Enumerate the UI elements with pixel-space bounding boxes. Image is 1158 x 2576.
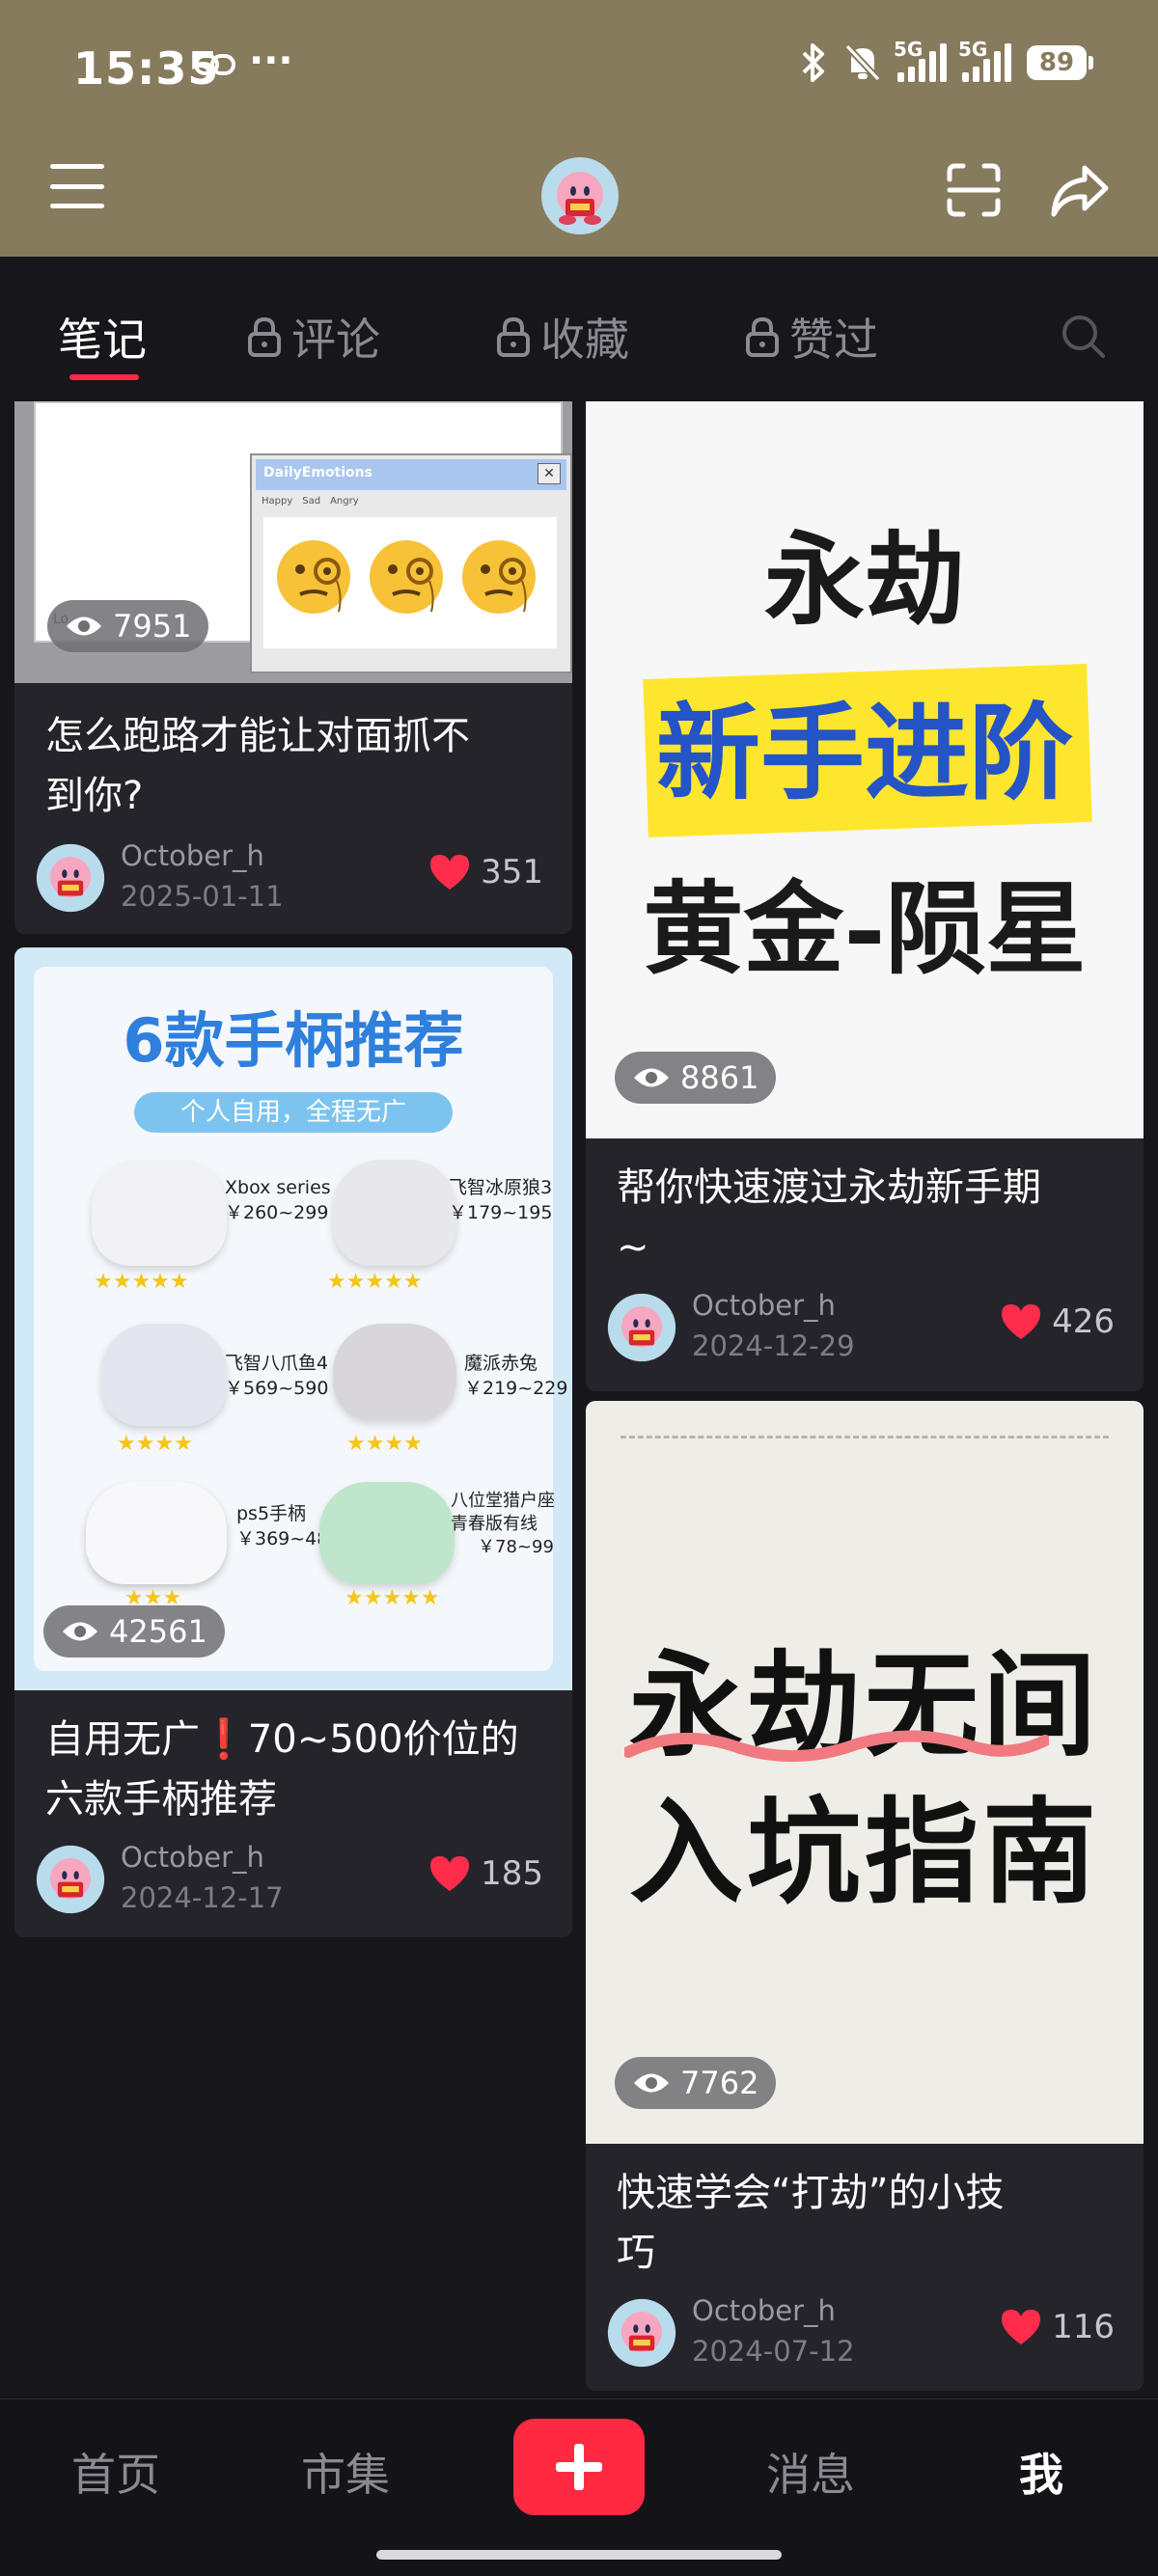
status-bar: 15:35 ··· 5G 5G 89	[0, 0, 1158, 135]
gamepad-image	[319, 1482, 455, 1584]
post-card[interactable]: DailyEmotions ✕ Happy Sad Angry Lo 7951	[14, 401, 572, 934]
link-icon	[194, 54, 235, 75]
like-count[interactable]: 185	[428, 1854, 543, 1893]
view-count: 7951	[47, 600, 209, 652]
view-count: 8861	[615, 1052, 777, 1104]
post-title: 怎么跑路才能让对面抓不 到你?	[45, 714, 470, 818]
post-card[interactable]: 6款手柄推荐 个人自用，全程无广 Xbox series ￥260~299 ★★★…	[14, 947, 572, 1937]
author-avatar[interactable]	[607, 1293, 676, 1362]
heart-icon	[1002, 1304, 1041, 1339]
heart-icon	[430, 1856, 470, 1891]
rating-stars: ★★★★★	[94, 1270, 189, 1294]
rating-stars: ★★★★★	[327, 1270, 423, 1294]
create-post-button[interactable]	[513, 2419, 645, 2515]
like-count[interactable]: 351	[428, 853, 543, 891]
heart-icon	[1002, 2310, 1041, 2344]
lock-icon	[746, 316, 779, 357]
battery-indicator: 89	[1027, 45, 1093, 80]
mute-bell-icon	[844, 43, 881, 82]
tab-comments[interactable]: 评论	[247, 305, 380, 369]
heart-icon	[430, 855, 470, 890]
author-name[interactable]: October_h	[121, 839, 264, 872]
rating-stars: ★★★★	[346, 1432, 423, 1456]
rating-stars: ★★★★	[117, 1432, 193, 1456]
tab-liked[interactable]: 赞过	[745, 305, 878, 369]
post-date: 2024-07-12	[692, 2335, 855, 2368]
post-thumbnail: 6款手柄推荐 个人自用，全程无广 Xbox series ￥260~299 ★★★…	[14, 947, 572, 1690]
share-icon[interactable]	[1050, 162, 1110, 218]
active-tab-indicator	[69, 374, 139, 380]
thumb-heading: 6款手柄推荐	[123, 1005, 464, 1076]
post-title: 快速学会“打劫”的小技 巧	[617, 2171, 1005, 2275]
gamepad-image	[86, 1482, 227, 1584]
post-card[interactable]: 永劫无间 入坑指南 7762 快速学会“打劫”的小技 巧 October_h 2…	[586, 1401, 1144, 2391]
gamepad-image	[92, 1160, 227, 1266]
post-thumbnail: 永劫无间 入坑指南 7762	[586, 1401, 1144, 2144]
author-avatar[interactable]	[607, 2298, 676, 2368]
search-icon[interactable]	[1060, 313, 1106, 359]
signal-1-icon: 5G	[894, 38, 947, 82]
top-header	[0, 135, 1158, 257]
thumb-subtitle: 个人自用，全程无广	[134, 1092, 453, 1133]
close-icon: ✕	[538, 463, 561, 484]
hamburger-icon[interactable]	[50, 164, 104, 208]
status-more-dots: ···	[249, 39, 293, 83]
post-date: 2024-12-17	[121, 1881, 284, 1914]
author-name[interactable]: October_h	[692, 2294, 836, 2327]
profile-screen: 15:35 ··· 5G 5G 89 笔记 评论 收藏 赞过 DailyEmot…	[0, 0, 1158, 2576]
eye-icon	[634, 2073, 669, 2093]
user-avatar[interactable]	[540, 156, 620, 235]
post-thumbnail: DailyEmotions ✕ Happy Sad Angry Lo 7951	[14, 401, 572, 683]
gamepad-image	[333, 1324, 456, 1420]
dialog-menu: Happy Sad Angry	[262, 496, 359, 507]
home-indicator[interactable]	[376, 2550, 782, 2560]
monocle-emoji-icon	[462, 540, 536, 614]
tab-notes[interactable]: 笔记	[58, 305, 147, 380]
nav-messages[interactable]: 消息	[766, 2440, 855, 2504]
thumb-text: 入坑指南	[628, 1786, 1100, 1919]
lock-icon	[497, 316, 530, 357]
view-count: 7762	[615, 2057, 777, 2109]
bottom-nav: 首页 市集 消息 我	[0, 2398, 1158, 2576]
monocle-emoji-icon	[370, 540, 443, 614]
post-date: 2024-12-29	[692, 1329, 855, 1362]
author-name[interactable]: October_h	[692, 1289, 836, 1322]
status-icons: 5G 5G 89	[799, 38, 1093, 83]
scan-icon[interactable]	[946, 162, 1002, 218]
author-avatar[interactable]	[36, 1845, 105, 1914]
eye-icon	[634, 1068, 669, 1087]
view-count: 42561	[43, 1605, 225, 1658]
nav-market[interactable]: 市集	[301, 2440, 390, 2504]
gamepad-image	[333, 1160, 456, 1266]
nav-home[interactable]: 首页	[71, 2440, 160, 2504]
post-thumbnail: 永劫 新手进阶 黄金-陨星 8861	[586, 401, 1144, 1138]
eye-icon	[67, 617, 101, 636]
nav-me[interactable]: 我	[1019, 2440, 1063, 2504]
rating-stars: ★★★★★	[345, 1586, 440, 1610]
post-date: 2025-01-11	[121, 880, 284, 913]
thumb-text: 永劫	[763, 520, 965, 639]
like-count[interactable]: 116	[1000, 2308, 1115, 2346]
gamepad-image	[101, 1324, 227, 1426]
plus-icon	[556, 2444, 602, 2490]
author-name[interactable]: October_h	[121, 1841, 264, 1874]
signal-2-icon: 5G	[958, 38, 1011, 82]
dialog-title: DailyEmotions	[263, 465, 372, 480]
eye-icon	[63, 1622, 97, 1641]
dialog-window: DailyEmotions ✕ Happy Sad Angry	[250, 453, 572, 673]
post-card[interactable]: 永劫 新手进阶 黄金-陨星 8861 帮你快速渡过永劫新手期 ~ October…	[586, 401, 1144, 1391]
bluetooth-icon	[802, 43, 824, 82]
post-title: 帮你快速渡过永劫新手期 ~	[617, 1165, 1041, 1270]
tab-favorites[interactable]: 收藏	[496, 305, 629, 369]
post-title: 自用无广❗70~500价位的 六款手柄推荐	[45, 1717, 519, 1822]
thumb-text: 新手进阶	[655, 693, 1073, 814]
thumb-text: 黄金-陨星	[643, 869, 1087, 988]
profile-tabs: 笔记 评论 收藏 赞过	[0, 257, 1158, 401]
author-avatar[interactable]	[36, 843, 105, 913]
like-count[interactable]: 426	[1000, 1302, 1115, 1341]
lock-icon	[248, 316, 281, 357]
monocle-emoji-icon	[277, 540, 350, 614]
